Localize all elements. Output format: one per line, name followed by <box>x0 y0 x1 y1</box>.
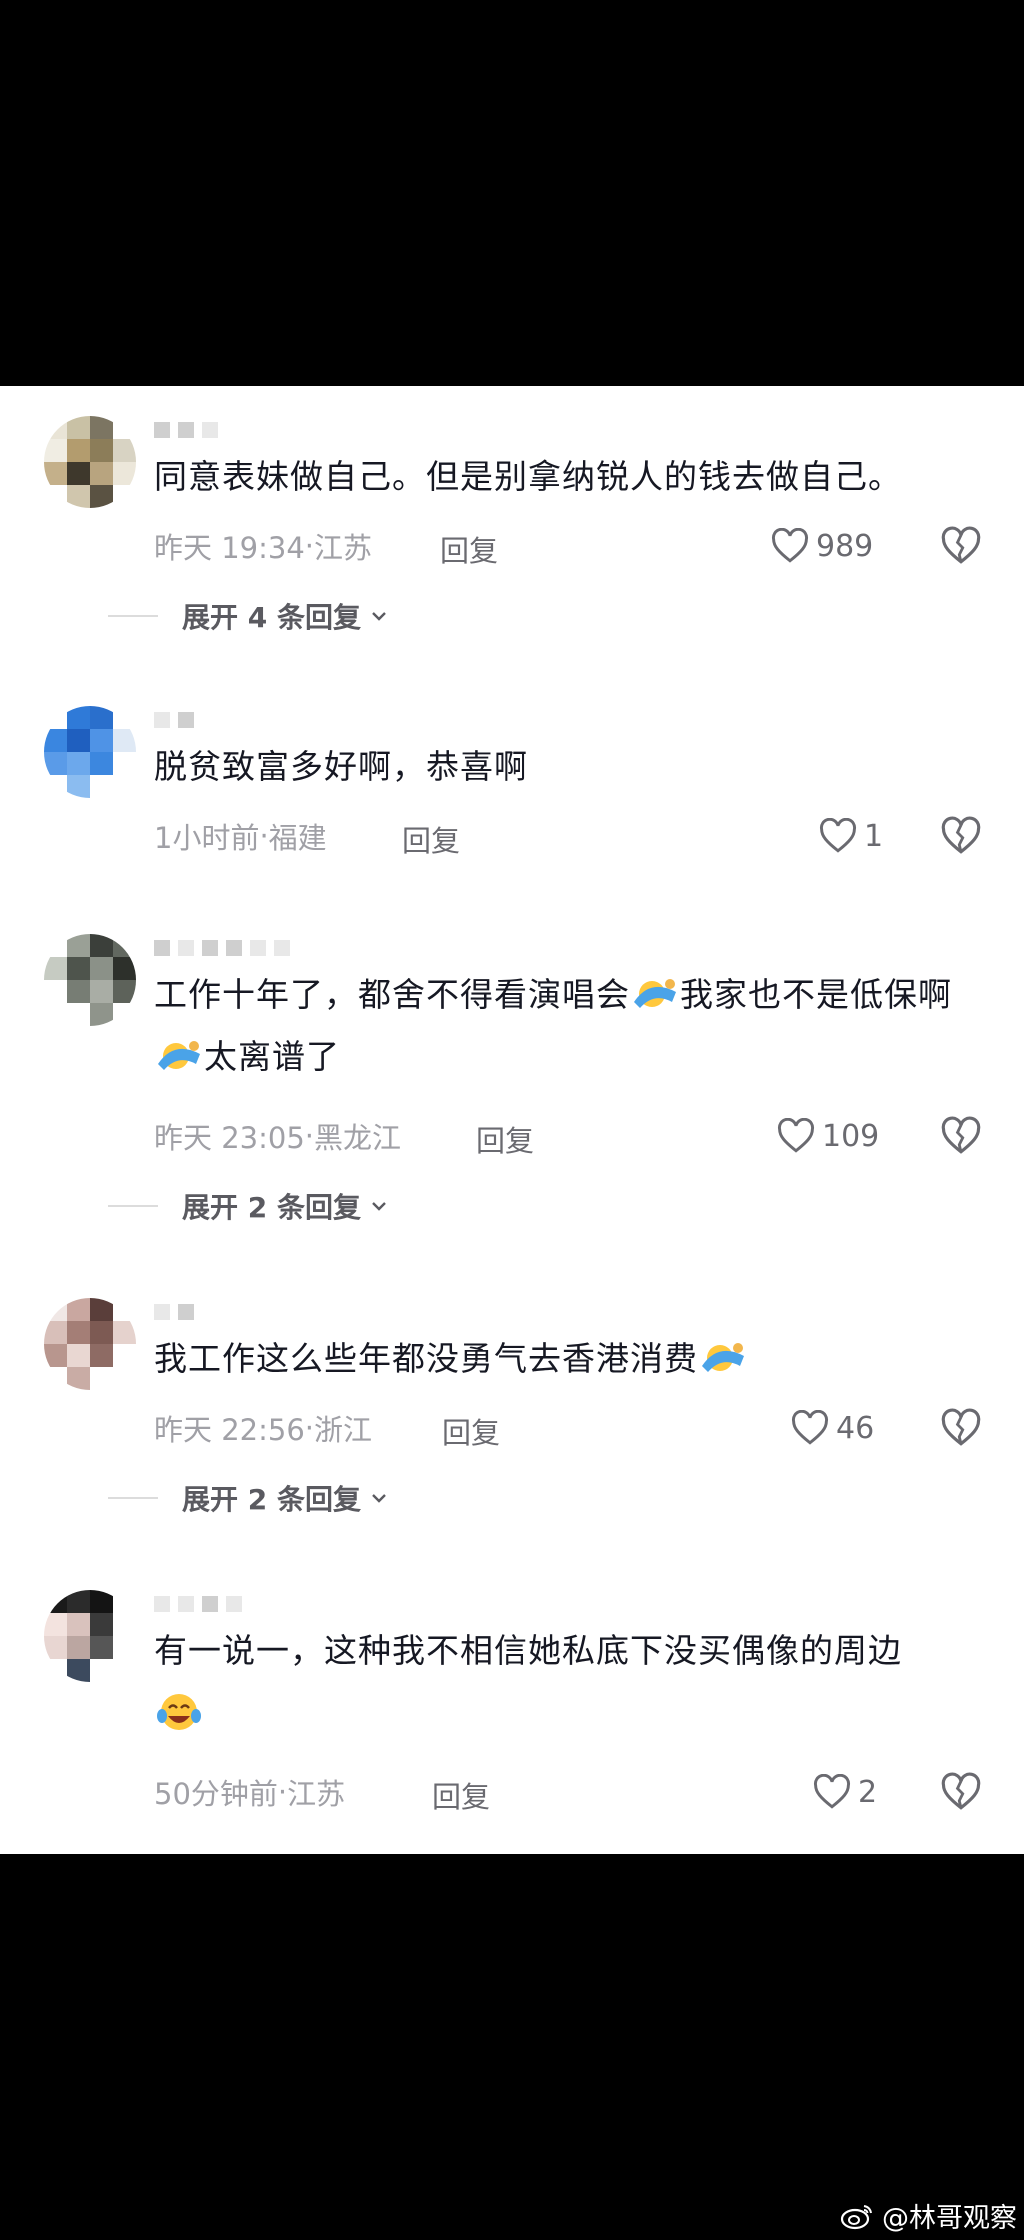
meta-separator: · <box>304 1411 315 1445</box>
divider <box>108 1205 158 1207</box>
comment-time: 50分钟前 <box>154 1777 278 1811</box>
facepalm-emoji-icon <box>634 979 676 1008</box>
chevron-down-icon <box>372 612 386 621</box>
comment-meta: 昨天 23:05 · 黑龙江 <box>154 1116 401 1156</box>
heart-outline-icon <box>791 1410 829 1445</box>
avatar[interactable] <box>44 1298 136 1390</box>
like-count: 46 <box>836 1410 875 1446</box>
broken-heart-icon[interactable] <box>940 1408 982 1448</box>
broken-heart-icon[interactable] <box>940 816 982 856</box>
heart-outline-icon <box>819 818 857 853</box>
chevron-down-icon <box>372 1494 386 1503</box>
broken-heart-icon[interactable] <box>940 526 982 566</box>
comment-meta: 昨天 19:34 · 江苏 <box>154 526 372 566</box>
reply-button[interactable]: 回复 <box>476 1118 534 1160</box>
meta-separator: · <box>304 1119 315 1153</box>
nickname-blurred[interactable] <box>154 1596 242 1612</box>
avatar[interactable] <box>44 706 136 798</box>
avatar[interactable] <box>44 934 136 1026</box>
comment-time: 昨天 23:05 <box>154 1121 305 1155</box>
comment-text-part: 有一说一，这种我不相信她私底下没买偶像的周边 <box>154 1631 902 1670</box>
nickname-blurred[interactable] <box>154 1304 194 1320</box>
broken-heart-icon[interactable] <box>940 1116 982 1156</box>
expand-label: 展开 2 条回复 <box>182 1483 361 1516</box>
like-count: 2 <box>858 1774 878 1810</box>
expand-replies-button[interactable]: 展开 4 条回复 <box>108 596 391 636</box>
expand-label: 展开 4 条回复 <box>182 601 361 634</box>
comment-location: 江苏 <box>287 1777 346 1811</box>
like-count: 109 <box>822 1118 880 1154</box>
comment-text-part: 太离谱了 <box>204 1037 340 1076</box>
broken-heart-icon[interactable] <box>940 1772 982 1812</box>
divider <box>108 615 158 617</box>
comment-text-part: 工作十年了，都舍不得看演唱会 <box>154 975 630 1014</box>
comment-text: 我工作这么些年都没勇气去香港消费 <box>154 1328 984 1390</box>
comment-time: 昨天 19:34 <box>154 531 305 565</box>
divider <box>108 1497 158 1499</box>
avatar[interactable] <box>44 416 136 508</box>
like-button[interactable]: 989 <box>770 526 873 566</box>
nickname-blurred[interactable] <box>154 712 194 728</box>
comment-meta: 昨天 22:56 · 浙江 <box>154 1408 372 1448</box>
comment-location: 江苏 <box>314 531 373 565</box>
comment-time: 昨天 22:56 <box>154 1413 305 1447</box>
comment-text-part: 我工作这么些年都没勇气去香港消费 <box>154 1339 698 1378</box>
expand-replies-button[interactable]: 展开 2 条回复 <box>108 1186 391 1226</box>
heart-outline-icon <box>813 1774 851 1809</box>
like-button[interactable]: 2 <box>812 1772 877 1812</box>
like-button[interactable]: 1 <box>818 816 883 856</box>
comment-time: 1小时前 <box>154 821 260 855</box>
reply-button[interactable]: 回复 <box>402 818 460 860</box>
avatar[interactable] <box>44 1590 136 1682</box>
watermark-text: @林哥观察 <box>882 2203 1017 2234</box>
meta-separator: · <box>259 819 269 853</box>
reply-button[interactable]: 回复 <box>442 1410 500 1452</box>
comment-text: 工作十年了，都舍不得看演唱会 我家也不是低保啊太离谱了 <box>154 964 984 1088</box>
watermark: @林哥观察 <box>840 2196 1017 2235</box>
heart-outline-icon <box>771 528 809 563</box>
weibo-icon <box>840 2204 872 2229</box>
comment-meta: 1小时前 · 福建 <box>154 816 327 856</box>
expand-label: 展开 2 条回复 <box>182 1191 361 1224</box>
facepalm-emoji-icon <box>702 1343 744 1372</box>
expand-replies-button[interactable]: 展开 2 条回复 <box>108 1478 391 1518</box>
comment-text: 脱贫致富多好啊，恭喜啊 <box>154 747 528 786</box>
comment-text: 同意表妹做自己。但是别拿纳锐人的钱去做自己。 <box>154 457 902 496</box>
facepalm-emoji-icon <box>158 1041 200 1070</box>
like-button[interactable]: 46 <box>790 1408 874 1448</box>
heart-outline-icon <box>777 1118 815 1153</box>
reply-button[interactable]: 回复 <box>432 1774 490 1816</box>
comment-location: 黑龙江 <box>314 1121 402 1155</box>
like-count: 1 <box>864 818 884 854</box>
meta-separator: · <box>304 529 315 563</box>
like-button[interactable]: 109 <box>776 1116 879 1156</box>
comment-panel: 同意表妹做自己。但是别拿纳锐人的钱去做自己。 昨天 19:34 · 江苏 回复 98… <box>0 386 1024 1854</box>
comment-meta: 50分钟前 · 江苏 <box>154 1772 345 1812</box>
reply-button[interactable]: 回复 <box>440 528 498 570</box>
like-count: 989 <box>816 528 874 564</box>
comment-location: 福建 <box>268 821 327 855</box>
nickname-blurred[interactable] <box>154 940 290 956</box>
comment-location: 浙江 <box>314 1413 373 1447</box>
comment-text-part: 我家也不是低保啊 <box>680 975 952 1014</box>
nickname-blurred[interactable] <box>154 422 218 438</box>
crying-laughing-emoji-icon <box>157 1694 201 1730</box>
meta-separator: · <box>277 1775 288 1809</box>
chevron-down-icon <box>372 1202 386 1211</box>
comment-text: 有一说一，这种我不相信她私底下没买偶像的周边 <box>154 1620 984 1744</box>
